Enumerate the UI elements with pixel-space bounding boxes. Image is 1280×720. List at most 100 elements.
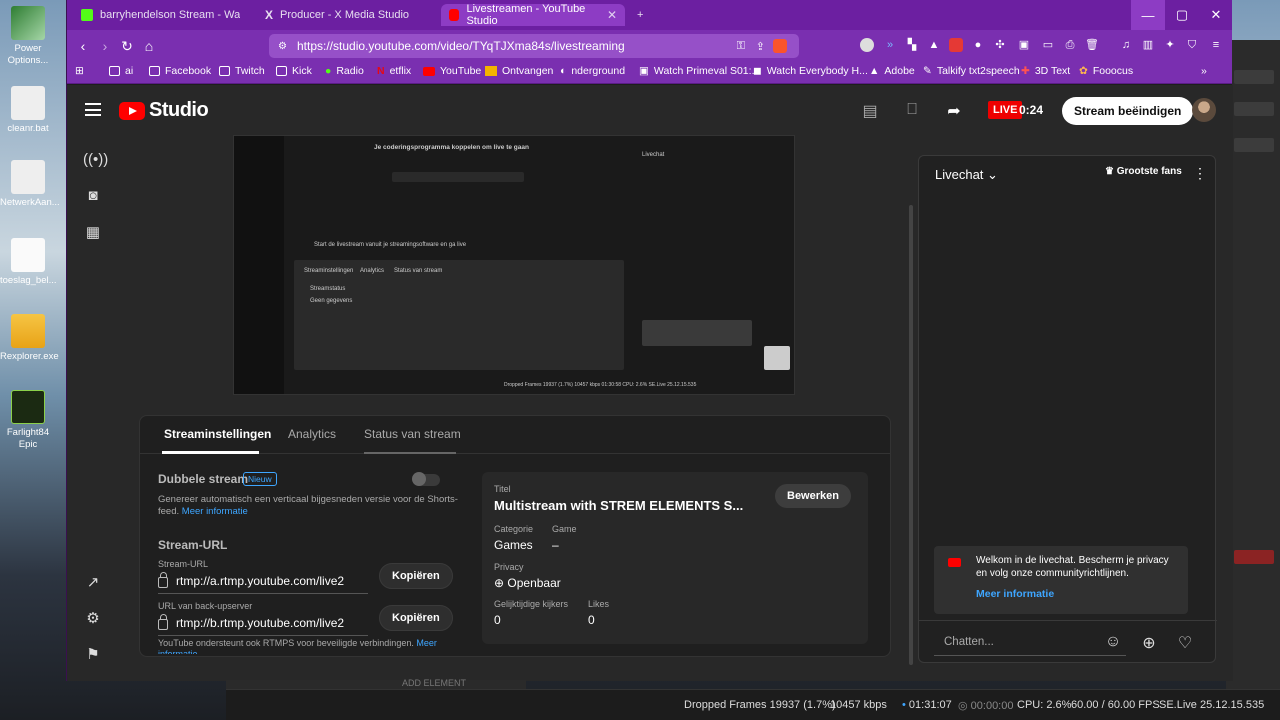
chat-title[interactable]: Livechat ⌄	[935, 167, 998, 183]
main-scrollbar[interactable]	[909, 205, 913, 665]
welcome-link[interactable]: Meer informatie	[976, 588, 1054, 600]
edit-button[interactable]: Bewerken	[775, 484, 851, 508]
bookmark-everybody[interactable]: ◼ Watch Everybody H...	[753, 65, 868, 77]
extension-icon[interactable]: ▚	[905, 38, 919, 52]
likes-label: Likes	[588, 599, 610, 609]
avatar[interactable]	[1192, 98, 1216, 122]
vpn-icon[interactable]: ⛉	[1185, 38, 1199, 52]
dual-stream-link[interactable]: Meer informatie	[182, 506, 248, 517]
minimize-button[interactable]: —	[1131, 0, 1165, 30]
key-icon[interactable]: ⚿	[737, 40, 745, 53]
close-tab-icon[interactable]: ✕	[607, 8, 617, 22]
bookmark-icon[interactable]: ⎕	[902, 101, 922, 119]
bookmark-3d-text[interactable]: ✚ 3D Text	[1021, 65, 1070, 77]
lock-icon	[158, 613, 168, 630]
brave-shield-icon[interactable]	[773, 39, 787, 53]
screenshot-icon[interactable]: ▣	[1017, 38, 1031, 52]
home-button[interactable]: ⌂	[139, 36, 159, 56]
url-text: https://studio.youtube.com/video/TYqTJXm…	[297, 39, 625, 53]
extension-icon[interactable]	[949, 38, 963, 52]
tab-x-producer[interactable]: X Producer - X Media Studio	[257, 4, 437, 26]
desktop-icon-toeslag[interactable]: toeslag_bel...	[0, 238, 57, 287]
camera-icon[interactable]: ◙	[83, 187, 103, 207]
apps-icon[interactable]: ⊞	[75, 65, 84, 77]
bookmark-talkify[interactable]: ✎ Talkify txt2speech	[923, 65, 1020, 77]
window-icon[interactable]: ▭	[1041, 38, 1055, 52]
add-icon[interactable]: ⊕	[1139, 633, 1159, 653]
preview-status-label: Streamstatus	[310, 286, 346, 292]
extension-icon[interactable]: ●	[971, 38, 985, 52]
print-icon[interactable]: ⎙	[1063, 38, 1077, 52]
add-element-button[interactable]: ADD ELEMENT	[402, 678, 466, 688]
bookmark-facebook[interactable]: Facebook	[149, 65, 211, 77]
bookmark-primeval[interactable]: ▣ Watch Primeval S01:...	[639, 65, 760, 77]
stream-url-value: rtmp://a.rtmp.youtube.com/live2	[176, 573, 345, 588]
stream-url-field[interactable]: rtmp://a.rtmp.youtube.com/live2	[158, 568, 368, 594]
bitrate: 10457 kbps	[830, 699, 887, 711]
end-stream-button[interactable]: Stream beëindigen	[1062, 97, 1194, 125]
tab-status-van-stream[interactable]: Status van stream	[364, 427, 461, 441]
top-fans-button[interactable]: ♛ Grootste fans	[1105, 166, 1182, 177]
share-icon[interactable]: ➦	[944, 101, 964, 120]
bookmark-label: Facebook	[165, 65, 212, 77]
tab-kick[interactable]: barryhendelson Stream - Watch Live	[73, 4, 253, 26]
extension-icon[interactable]: »	[883, 38, 897, 52]
layout-icon[interactable]: ▤	[860, 101, 880, 120]
bookmark-adobe[interactable]: ▲ Adobe	[869, 65, 915, 77]
more-bookmarks-icon[interactable]: »	[1201, 65, 1207, 77]
bookmark-radio[interactable]: ● Radio	[325, 65, 364, 77]
emoji-icon[interactable]: ☺	[1103, 633, 1123, 653]
more-options-icon[interactable]: ⋮	[1193, 165, 1207, 182]
extension-icon[interactable]	[860, 38, 874, 52]
settings-gear-icon[interactable]: ⚙	[83, 609, 103, 629]
live-stream-icon[interactable]: ((•))	[83, 151, 108, 171]
backup-url-field[interactable]: rtmp://b.rtmp.youtube.com/live2	[158, 610, 368, 636]
close-window-button[interactable]: ✕	[1199, 0, 1233, 30]
bookmark-youtube[interactable]: YouTube	[423, 65, 481, 77]
tab-label: Livestreamen - YouTube Studio	[466, 3, 586, 27]
chat-input[interactable]: Chatten...	[934, 630, 1126, 656]
new-tab-button[interactable]: +	[629, 4, 651, 26]
back-button[interactable]: ‹	[73, 36, 93, 56]
sidebar-icon[interactable]: ▥	[1141, 38, 1155, 52]
trash-icon[interactable]: 🗑	[1085, 38, 1099, 52]
desktop-icon-label: Power Options...	[7, 43, 49, 66]
tab-streaminstellingen[interactable]: Streaminstellingen	[164, 427, 271, 441]
version: SE.Live 25.12.15.535	[1159, 699, 1265, 711]
bookmark-ontvangen[interactable]: Ontvangen	[485, 65, 553, 77]
tab-analytics[interactable]: Analytics	[288, 427, 336, 441]
reload-button[interactable]: ↻	[117, 36, 137, 56]
menu-icon[interactable]: ≡	[1209, 38, 1223, 52]
ai-icon[interactable]: ✦	[1163, 38, 1177, 52]
bookmark-ai[interactable]: ai	[109, 65, 133, 77]
forward-button[interactable]: ›	[95, 36, 115, 56]
maximize-button[interactable]: ▢	[1165, 0, 1199, 30]
dual-stream-toggle[interactable]	[412, 472, 440, 486]
bookmark-twitch[interactable]: Twitch	[219, 65, 265, 77]
music-icon[interactable]: ♫	[1119, 38, 1133, 52]
desktop-icon-cleanr[interactable]: cleanr.bat	[0, 86, 56, 135]
desktop-icon-power-options[interactable]: Power Options...	[0, 6, 56, 67]
desktop-icon-farlight[interactable]: Farlight84 Epic	[0, 390, 56, 451]
calendar-icon[interactable]: ▦	[83, 223, 103, 243]
bookmark-kick[interactable]: Kick	[276, 65, 312, 77]
heart-icon[interactable]: ♡	[1175, 633, 1195, 653]
feedback-icon[interactable]: ⚑	[83, 645, 103, 665]
share-icon[interactable]: ⇪	[756, 40, 765, 53]
extension-icon[interactable]: ▲	[927, 38, 941, 52]
bookmark-nderground[interactable]: ◐ nderground	[560, 65, 625, 77]
copy-stream-url-button[interactable]: Kopiëren	[379, 563, 453, 589]
desktop-icon-netwerk[interactable]: NetwerkAan...	[0, 160, 60, 209]
copy-backup-url-button[interactable]: Kopiëren	[379, 605, 453, 631]
studio-logo[interactable]: Studio	[119, 99, 209, 122]
bookmark-fooocus[interactable]: ✿ Fooocus	[1079, 65, 1133, 77]
site-info-icon[interactable]: ⚙	[278, 41, 287, 52]
external-link-icon[interactable]: ↗	[83, 573, 103, 593]
url-field[interactable]: ⚙ https://studio.youtube.com/video/TYqTJ…	[269, 34, 799, 58]
tab-youtube-studio[interactable]: Livestreamen - YouTube Studio ✕	[441, 3, 625, 27]
desktop-icon-rexplorer[interactable]: Rexplorer.exe	[0, 314, 59, 363]
bookmark-label: Adobe	[884, 65, 915, 77]
hamburger-menu-icon[interactable]	[85, 103, 101, 116]
bookmark-netflix[interactable]: Netflix	[377, 65, 411, 77]
puzzle-icon[interactable]: ✣	[993, 38, 1007, 52]
